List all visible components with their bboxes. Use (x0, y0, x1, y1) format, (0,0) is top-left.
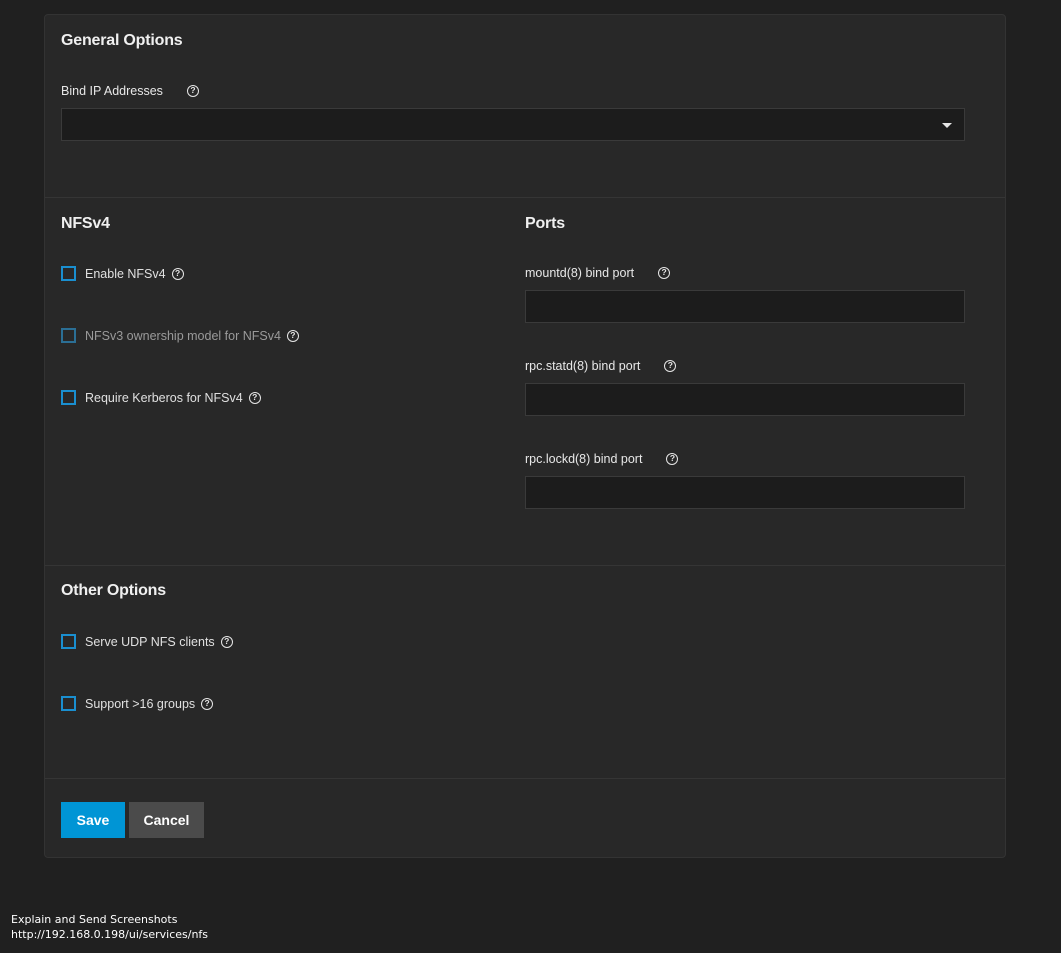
enable-nfsv4-label: Enable NFSv4 (85, 266, 166, 281)
serve-udp-label: Serve UDP NFS clients (85, 634, 215, 649)
help-icon[interactable]: ? (658, 267, 671, 279)
statd-label: rpc.statd(8) bind port (525, 359, 641, 373)
screenshot-footer: Explain and Send Screenshots http://192.… (11, 912, 208, 942)
bind-ip-select[interactable] (61, 108, 965, 141)
cancel-button[interactable]: Cancel (129, 802, 204, 838)
nfsv3-ownership-checkbox-row[interactable]: NFSv3 ownership model for NFSv4 ? (61, 328, 299, 343)
support-groups-checkbox[interactable] (61, 696, 76, 711)
support-groups-checkbox-row[interactable]: Support >16 groups ? (61, 696, 214, 711)
other-options-heading: Other Options (61, 582, 166, 599)
footer-title: Explain and Send Screenshots (11, 913, 178, 926)
require-kerberos-checkbox[interactable] (61, 390, 76, 405)
help-icon[interactable]: ? (186, 85, 199, 97)
bind-ip-label: Bind IP Addresses (61, 84, 163, 98)
help-icon[interactable]: ? (201, 697, 214, 710)
form-actions: Save Cancel (45, 779, 1005, 859)
require-kerberos-label: Require Kerberos for NFSv4 (85, 390, 243, 405)
general-options-heading: General Options (61, 32, 183, 49)
help-icon[interactable]: ? (248, 391, 261, 404)
require-kerberos-checkbox-row[interactable]: Require Kerberos for NFSv4 ? (61, 390, 261, 405)
lockd-port-input[interactable] (525, 476, 965, 509)
serve-udp-checkbox-row[interactable]: Serve UDP NFS clients ? (61, 634, 233, 649)
help-icon[interactable]: ? (220, 635, 233, 648)
support-groups-label: Support >16 groups (85, 696, 196, 711)
dropdown-arrow-icon[interactable] (942, 123, 952, 128)
nfsv3-ownership-checkbox[interactable] (61, 328, 76, 343)
enable-nfsv4-checkbox[interactable] (61, 266, 76, 281)
mountd-label: mountd(8) bind port (525, 266, 635, 280)
nfs-settings-card: General Options Bind IP Addresses ? NFSv… (44, 14, 1006, 858)
nfsv4-ports-section: NFSv4 Enable NFSv4 ? NFSv3 ownership mod… (45, 198, 1005, 566)
footer-url: http://192.168.0.198/ui/services/nfs (11, 928, 209, 941)
help-icon[interactable]: ? (286, 329, 299, 342)
ports-heading: Ports (525, 215, 565, 232)
other-options-section: Other Options Serve UDP NFS clients ? Su… (45, 566, 1005, 779)
general-options-section: General Options Bind IP Addresses ? (45, 15, 1005, 198)
enable-nfsv4-checkbox-row[interactable]: Enable NFSv4 ? (61, 266, 184, 281)
help-icon[interactable]: ? (666, 453, 679, 465)
lockd-label-row: rpc.lockd(8) bind port ? (525, 452, 679, 466)
save-button[interactable]: Save (61, 802, 125, 838)
statd-label-row: rpc.statd(8) bind port ? (525, 359, 677, 373)
help-icon[interactable]: ? (664, 360, 677, 372)
nfsv3-ownership-label: NFSv3 ownership model for NFSv4 (85, 328, 281, 343)
bind-ip-label-row: Bind IP Addresses ? (61, 84, 199, 98)
statd-port-input[interactable] (525, 383, 965, 416)
help-icon[interactable]: ? (171, 267, 184, 280)
mountd-label-row: mountd(8) bind port ? (525, 266, 671, 280)
lockd-label: rpc.lockd(8) bind port (525, 452, 643, 466)
mountd-port-input[interactable] (525, 290, 965, 323)
nfsv4-heading: NFSv4 (61, 215, 110, 232)
serve-udp-checkbox[interactable] (61, 634, 76, 649)
